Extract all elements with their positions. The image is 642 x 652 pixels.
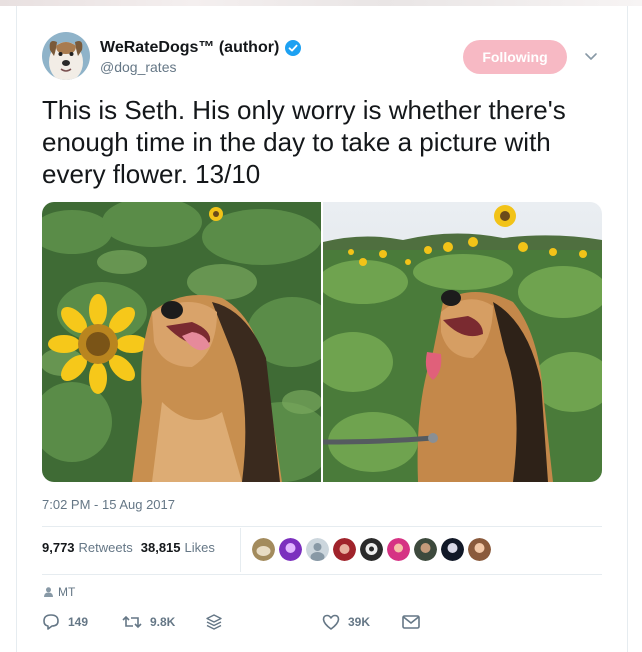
retweet-icon [122, 615, 142, 629]
like-count: 39K [348, 615, 371, 629]
author-display-name[interactable]: WeRateDogs™ (author) [100, 39, 279, 57]
divider-bottom [42, 574, 602, 575]
tweet-actions: 149 9.8K 39K [42, 612, 420, 632]
liker-avatar[interactable] [414, 538, 437, 561]
photo-left[interactable] [42, 202, 321, 482]
liker-avatar[interactable] [333, 538, 356, 561]
tweet-media[interactable] [42, 202, 602, 482]
liker-avatar[interactable] [387, 538, 410, 561]
liker-avatar[interactable] [360, 538, 383, 561]
retweet-count: 9.8K [150, 615, 176, 629]
retweets-stat[interactable]: 9,773 Retweets [42, 540, 133, 555]
stack-action[interactable] [206, 614, 322, 630]
tweet-stats: 9,773 Retweets 38,815 Likes [42, 540, 215, 555]
retweets-count: 9,773 [42, 540, 75, 555]
chevron-down-icon[interactable] [583, 50, 599, 64]
envelope-icon [402, 615, 420, 629]
like-action[interactable]: 39K [322, 614, 402, 630]
likes-stat[interactable]: 38,815 Likes [141, 540, 215, 555]
liker-avatar[interactable] [468, 538, 491, 561]
heart-icon [322, 614, 340, 630]
likes-count: 38,815 [140, 540, 181, 555]
person-icon [44, 587, 53, 597]
retweet-action[interactable]: 9.8K [122, 614, 206, 630]
direct-message-action[interactable] [402, 615, 420, 629]
verified-badge-icon [285, 40, 302, 56]
retweets-label: Retweets [78, 540, 133, 555]
liker-avatar[interactable] [252, 538, 275, 561]
layers-icon [206, 614, 222, 630]
tweet-text: This is Seth. His only worry is whether … [42, 95, 566, 189]
following-button[interactable]: Following [463, 40, 567, 74]
liker-avatar[interactable] [306, 538, 329, 561]
reply-count: 149 [68, 615, 89, 629]
liker-avatars [252, 538, 491, 561]
photo-right[interactable] [323, 202, 602, 482]
author-handle[interactable]: @dog_rates [100, 59, 176, 75]
stats-separator [240, 528, 241, 572]
author-avatar[interactable] [42, 32, 90, 80]
liker-avatar[interactable] [441, 538, 464, 561]
likes-label: Likes [184, 540, 215, 555]
author-name-row[interactable]: WeRateDogs™ (author) [100, 37, 302, 59]
divider-top [42, 526, 602, 527]
reply-icon [43, 614, 59, 630]
reply-context[interactable]: MT [44, 585, 75, 599]
tweet-timestamp[interactable]: 7:02 PM - 15 Aug 2017 [42, 497, 175, 512]
reply-context-label: MT [58, 585, 76, 599]
reply-action[interactable]: 149 [42, 613, 122, 631]
liker-avatar[interactable] [279, 538, 302, 561]
